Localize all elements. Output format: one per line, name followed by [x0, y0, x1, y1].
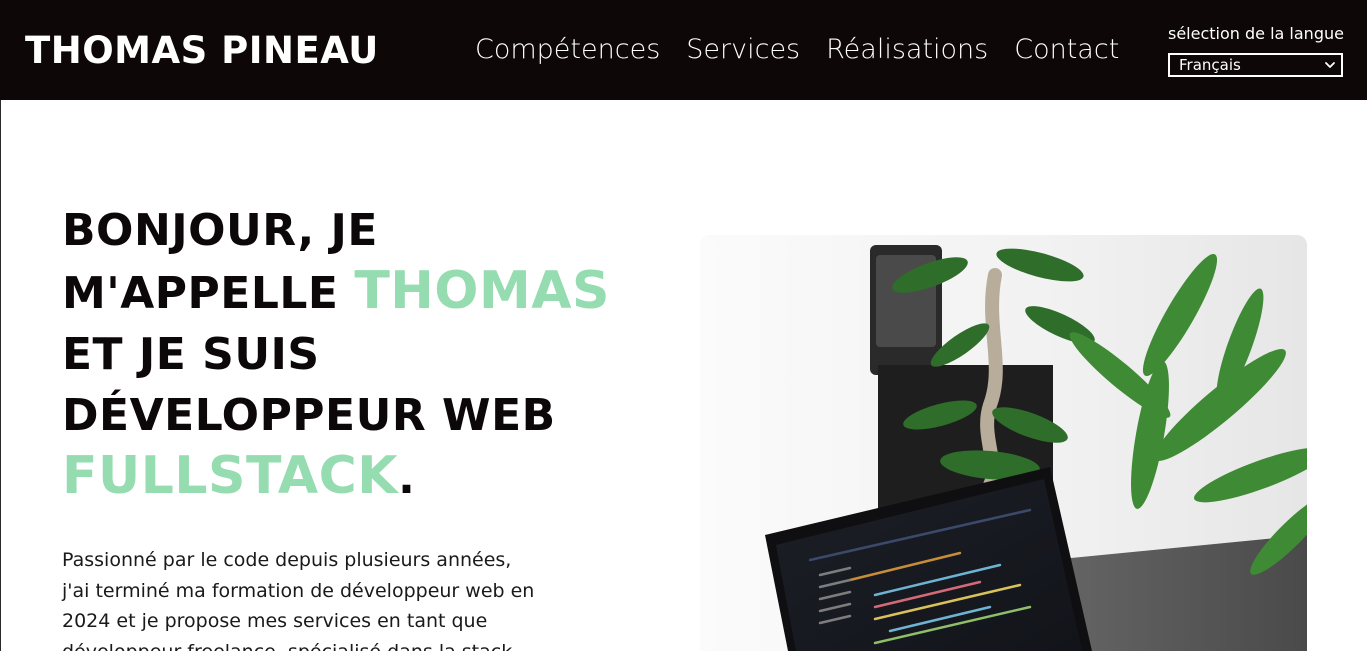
chevron-down-icon [1325, 62, 1335, 68]
language-select[interactable]: Français [1168, 53, 1343, 77]
hero-paragraph: Passionné par le code depuis plusieurs a… [62, 549, 535, 651]
nav-services[interactable]: Services [686, 30, 800, 70]
hero-title-name: THOMAS [354, 261, 610, 321]
nav-realisations[interactable]: Réalisations [826, 30, 988, 70]
laptop-plant-photo [700, 235, 1307, 651]
hero-title-intro: BONJOUR, JE M'APPELLE [62, 205, 378, 319]
nav-competences[interactable]: Compétences [475, 30, 660, 70]
main-nav: Compétences Services Réalisations Contac… [475, 30, 1145, 70]
page-left-border [0, 100, 1, 651]
language-selector: sélection de la langue Français [1168, 22, 1344, 77]
site-brand[interactable]: THOMAS PINEAU [25, 27, 379, 75]
hero-image [700, 235, 1307, 651]
language-select-value: Français [1179, 56, 1241, 74]
hero-title: BONJOUR, JE M'APPELLE THOMAS ET JE SUIS … [62, 200, 642, 509]
hero-title-period: . [398, 453, 416, 504]
site-header: THOMAS PINEAU Compétences Services Réali… [0, 0, 1367, 100]
hero-title-stack: FULLSTACK [62, 446, 399, 506]
nav-contact[interactable]: Contact [1014, 30, 1119, 70]
hero-title-role: ET JE SUIS DÉVELOPPEUR WEB [62, 329, 556, 441]
language-label: sélection de la langue [1168, 24, 1344, 43]
